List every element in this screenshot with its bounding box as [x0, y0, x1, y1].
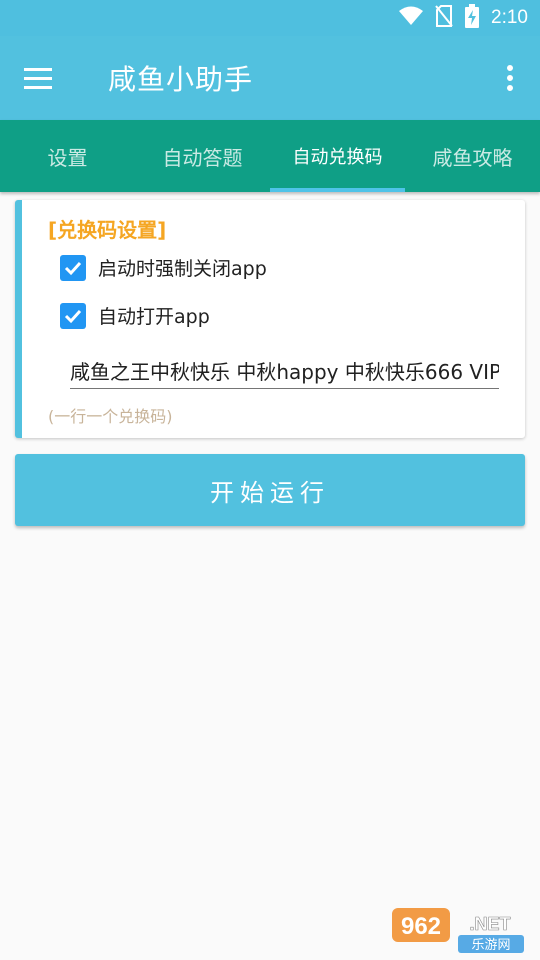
- tab-guide[interactable]: 咸鱼攻略: [405, 120, 540, 192]
- codes-hint: (一行一个兑换码): [48, 407, 173, 426]
- tab-settings-label: 设置: [47, 145, 88, 170]
- app-title: 咸鱼小助手: [108, 63, 254, 96]
- hamburger-menu-icon[interactable]: [20, 60, 60, 96]
- check-icon: [64, 309, 82, 323]
- status-icons: 2:10: [399, 0, 528, 36]
- auto-open-label: 自动打开app: [98, 306, 210, 328]
- tab-settings[interactable]: 设置: [0, 120, 135, 192]
- redeem-codes-input[interactable]: [70, 352, 499, 389]
- tab-auto-answer[interactable]: 自动答题: [135, 120, 270, 192]
- status-bar: 2:10: [0, 0, 540, 36]
- card-title: [兑换码设置]: [48, 218, 167, 242]
- wifi-icon: [399, 6, 424, 30]
- tab-auto-redeem-code-label: 自动兑换码: [292, 147, 383, 168]
- svg-text:962: 962: [401, 913, 441, 940]
- more-vert-icon[interactable]: [498, 60, 522, 96]
- auto-open-checkbox-row[interactable]: 自动打开app: [60, 302, 210, 329]
- status-time: 2:10: [491, 7, 528, 28]
- force-close-checkbox-row[interactable]: 启动时强制关闭app: [60, 254, 267, 281]
- tab-guide-label: 咸鱼攻略: [432, 145, 513, 170]
- site-watermark-logo: 962 .NET 乐游网: [390, 902, 530, 956]
- no-sim-icon: [435, 5, 453, 31]
- svg-text:乐游网: 乐游网: [471, 938, 510, 953]
- force-close-label: 启动时强制关闭app: [98, 258, 267, 280]
- redeem-settings-card: [兑换码设置] 启动时强制关闭app 自动打开app (一行一个兑换码): [15, 200, 525, 438]
- svg-text:.NET: .NET: [469, 914, 510, 934]
- start-run-button[interactable]: 开始运行: [15, 454, 525, 526]
- app-bar: 咸鱼小助手: [0, 36, 540, 120]
- auto-open-checkbox[interactable]: [60, 302, 86, 329]
- tab-auto-redeem-code[interactable]: 自动兑换码: [270, 120, 405, 192]
- tab-bar: 设置 自动答题 自动兑换码 咸鱼攻略: [0, 120, 540, 192]
- check-icon: [64, 261, 82, 275]
- tab-auto-answer-label: 自动答题: [162, 145, 243, 170]
- battery-charging-icon: [465, 4, 480, 32]
- force-close-checkbox[interactable]: [60, 254, 86, 281]
